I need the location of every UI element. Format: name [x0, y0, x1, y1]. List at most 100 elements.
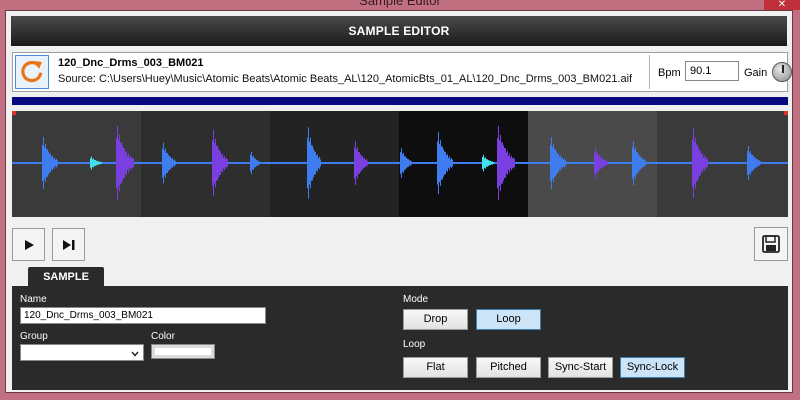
waveform-sample-line [506, 152, 507, 174]
waveform-sample-line [117, 126, 118, 200]
waveform-sample-line [221, 154, 222, 172]
loop-flat-button[interactable]: Flat [403, 357, 468, 378]
waveform-sample-line [758, 160, 759, 166]
waveform-sample-line [487, 159, 488, 167]
waveform-sample-line [43, 136, 44, 190]
waveform-sample-line [441, 146, 442, 180]
waveform-sample-line [101, 162, 102, 164]
waveform-sample-line [600, 156, 601, 170]
waveform-sample-line [308, 127, 309, 199]
waveform-sample-line [751, 154, 752, 172]
waveform-sample-line [555, 149, 556, 177]
waveform-sample-line [508, 155, 509, 171]
waveform-sample-line [697, 144, 698, 182]
save-icon [762, 235, 780, 253]
waveform-sample-line [498, 126, 499, 200]
waveform-sample-line [637, 152, 638, 174]
waveform-sample-line [597, 152, 598, 174]
waveform-sample-line [57, 160, 58, 166]
loop-range-bar[interactable] [12, 97, 788, 105]
gain-knob[interactable] [772, 62, 792, 82]
waveform-sample-line [309, 141, 310, 185]
loop-label: Loop [403, 339, 426, 350]
skip-button[interactable] [52, 228, 85, 261]
waveform-sample-line [400, 152, 401, 174]
waveform-sample-line [316, 155, 317, 171]
waveform-sample-line [556, 151, 557, 175]
waveform-sample-line [445, 151, 446, 175]
waveform-sample-line [486, 159, 487, 167]
waveform-sample-line [255, 158, 256, 168]
waveform-sample-line [641, 158, 642, 168]
waveform-sample-line [698, 147, 699, 179]
waveform-sample-line [166, 152, 167, 174]
waveform-sample-line [510, 157, 511, 169]
waveform-sample-line [747, 151, 748, 175]
waveform-sample-line [643, 160, 644, 166]
waveform-sample-line [225, 158, 226, 168]
waveform-sample-line [354, 147, 355, 179]
waveform-sample-line [446, 155, 447, 171]
waveform-sample-line [364, 157, 365, 169]
loop-marker[interactable] [784, 111, 788, 115]
group-select[interactable] [20, 344, 144, 361]
waveform-sample-line [760, 161, 761, 165]
name-input[interactable]: 120_Dnc_Drms_003_BM021 [20, 307, 266, 324]
waveform-sample-line [491, 161, 492, 165]
waveform-sample-line [252, 156, 253, 170]
color-swatch[interactable] [151, 344, 215, 359]
waveform-sample-line [551, 136, 552, 190]
waveform-sample-line [552, 147, 553, 179]
waveform-sample-line [219, 150, 220, 176]
waveform-sample-line [557, 153, 558, 173]
waveform-sample-line [125, 152, 126, 174]
waveform-sample-line [362, 156, 363, 170]
waveform-sample-line [706, 157, 707, 169]
waveform-sample-line [256, 159, 257, 167]
waveform-sample-line [54, 157, 55, 169]
waveform-sample-line [259, 161, 260, 165]
waveform-sample-line [598, 155, 599, 171]
waveform-sample-line [594, 152, 595, 174]
waveform-sample-line [258, 160, 259, 166]
loop-sync-start-button[interactable]: Sync-Start [548, 357, 613, 378]
waveform-sample-line [363, 158, 364, 168]
waveform-sample-line [484, 158, 485, 168]
close-icon[interactable]: ✕ [764, 0, 800, 10]
waveform-sample-line [752, 154, 753, 172]
waveform-sample-line [355, 140, 356, 186]
waveform-sample-line [173, 160, 174, 166]
waveform-sample-line [49, 153, 50, 173]
waveform-sample-line [553, 143, 554, 183]
waveform-sample-line [162, 148, 163, 178]
loop-sync-lock-button[interactable]: Sync-Lock [620, 357, 685, 378]
save-button[interactable] [754, 227, 788, 261]
waveform-sample-line [500, 134, 501, 192]
sample-source-path: Source: C:\Users\Huey\Music\Atomic Beats… [58, 73, 633, 85]
waveform-sample-line [694, 141, 695, 185]
bpm-input[interactable] [685, 61, 739, 81]
waveform-sample-line [749, 152, 750, 174]
mode-loop-button[interactable]: Loop [476, 309, 541, 330]
waveform-sample-line [92, 159, 93, 167]
waveform-sample-line [313, 148, 314, 178]
tab-sample[interactable]: SAMPLE [28, 267, 104, 287]
waveform-sample-line [602, 158, 603, 168]
loop-marker[interactable] [12, 111, 16, 115]
refresh-button[interactable] [15, 55, 49, 89]
waveform-sample-line [168, 154, 169, 172]
waveform-sample-line [120, 142, 121, 184]
waveform-svg [12, 111, 788, 217]
waveform-sample-line [703, 157, 704, 169]
waveform-sample-line [254, 158, 255, 168]
waveform-display[interactable] [12, 111, 788, 217]
mode-drop-button[interactable]: Drop [403, 309, 468, 330]
waveform-sample-line [227, 159, 228, 167]
play-button[interactable] [12, 228, 45, 261]
waveform-sample-line [645, 160, 646, 166]
loop-pitched-button[interactable]: Pitched [476, 357, 541, 378]
group-label: Group [20, 331, 48, 342]
waveform-sample-line [93, 158, 94, 168]
waveform-sample-line [116, 137, 117, 189]
divider [649, 55, 650, 89]
